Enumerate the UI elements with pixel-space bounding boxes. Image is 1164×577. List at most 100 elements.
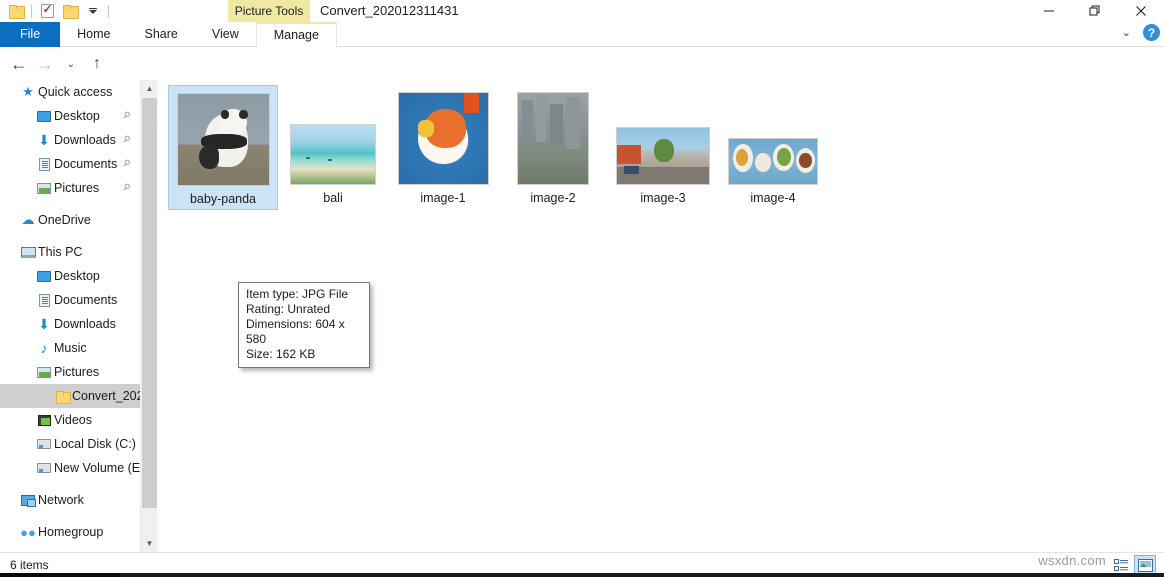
pin-icon[interactable]: ⚲ (121, 157, 133, 170)
taskbar-strip-left (0, 573, 120, 577)
sidebar-item-downloads[interactable]: ⬇Downloads⚲ (0, 128, 140, 152)
large-icons-view-button[interactable] (1134, 555, 1156, 575)
chevron-down-icon[interactable]: ⌄ (1122, 26, 1131, 39)
network-icon (18, 495, 38, 506)
sidebar-item-label: Desktop (54, 269, 100, 283)
sidebar-item-homegroup[interactable]: ●●Homegroup (0, 520, 140, 544)
tab-share[interactable]: Share (128, 22, 195, 47)
sidebar-item-videos[interactable]: Videos (0, 408, 140, 432)
address-bar: ← → ⌄ ↑ › This PC › Pictures › Convert_2… (0, 48, 1164, 80)
homegroup-icon: ●● (18, 525, 38, 540)
help-button[interactable]: ? (1143, 24, 1160, 41)
navigation-scrollbar[interactable]: ▲ ▼ (140, 80, 157, 552)
picture-icon (34, 367, 54, 378)
sidebar-item-this-pc[interactable]: This PC (0, 240, 140, 264)
file-item[interactable]: bali (278, 85, 388, 210)
sidebar-item-desktop[interactable]: Desktop⚲ (0, 104, 140, 128)
tab-manage[interactable]: Manage (256, 22, 337, 47)
sidebar-item-label: Videos (54, 413, 92, 427)
back-button[interactable]: ← (6, 51, 32, 77)
title-bar: Picture Tools Convert_202012311431 (0, 0, 1164, 22)
sidebar-item-documents[interactable]: Documents ⚲ (0, 152, 140, 176)
document-icon (34, 294, 54, 307)
tab-view[interactable]: View (195, 22, 256, 47)
nav-group-gap (0, 480, 140, 488)
file-item[interactable]: image-2 (498, 85, 608, 210)
minimize-icon[interactable] (1026, 0, 1072, 22)
nav-group-gap (0, 512, 140, 520)
sidebar-item-pictures[interactable]: Pictures ⚲ (0, 176, 140, 200)
pin-icon[interactable]: ⚲ (121, 133, 133, 146)
sidebar-item-label: Downloads (54, 133, 116, 147)
recent-locations-icon[interactable]: ⌄ (58, 51, 84, 77)
customize-dropdown-icon[interactable] (83, 2, 103, 20)
pin-icon[interactable]: ⚲ (121, 181, 133, 194)
navigation-pane: ★Quick accessDesktop⚲⬇Downloads⚲Document… (0, 80, 140, 552)
sidebar-item-network[interactable]: Network (0, 488, 140, 512)
sidebar-item-label: Documents (54, 157, 117, 171)
thumbnail-image (517, 92, 589, 185)
pin-icon[interactable]: ⚲ (121, 109, 133, 122)
scrollbar-thumb[interactable] (142, 98, 157, 508)
sidebar-item-convert-20201[interactable]: Convert_20201 (0, 384, 140, 408)
monitor-icon (34, 271, 54, 282)
properties-icon[interactable] (37, 2, 57, 20)
thumbnail-image (290, 124, 376, 185)
sidebar-item-label: This PC (38, 245, 82, 259)
sidebar-item-onedrive[interactable]: ☁OneDrive (0, 208, 140, 232)
thumbnail-image (177, 93, 270, 186)
up-button[interactable]: ↑ (84, 51, 110, 77)
sidebar-item-desktop[interactable]: Desktop (0, 264, 140, 288)
file-name-label: image-3 (640, 191, 685, 206)
sidebar-item-label: Homegroup (38, 525, 103, 539)
sidebar-item-new-volume-e[interactable]: New Volume (E:) (0, 456, 140, 480)
new-folder-icon[interactable] (60, 2, 80, 20)
restore-icon[interactable] (1072, 0, 1118, 22)
nav-group-gap (0, 200, 140, 208)
sidebar-item-documents[interactable]: Documents (0, 288, 140, 312)
file-item[interactable]: image-1 (388, 85, 498, 210)
view-mode-buttons (1110, 555, 1156, 575)
file-item[interactable]: image-3 (608, 85, 718, 210)
sidebar-item-downloads[interactable]: ⬇Downloads (0, 312, 140, 336)
file-name-label: image-4 (750, 191, 795, 206)
file-tooltip: Item type: JPG File Rating: Unrated Dime… (238, 282, 370, 368)
file-thumbnail (278, 85, 388, 185)
folder-icon[interactable] (6, 2, 26, 20)
details-view-button[interactable] (1110, 555, 1132, 575)
toolbar-divider (31, 5, 32, 18)
thumbnail-image (728, 138, 818, 185)
navigation-buttons: ← → ⌄ ↑ (6, 51, 110, 77)
file-thumbnail (718, 85, 828, 185)
sidebar-item-label: Pictures (54, 181, 99, 195)
sidebar-item-local-disk-c[interactable]: Local Disk (C:) (0, 432, 140, 456)
sidebar-item-label: Documents (54, 293, 117, 307)
close-icon[interactable] (1118, 0, 1164, 22)
tab-file[interactable]: File (0, 22, 60, 47)
file-name-label: image-2 (530, 191, 575, 206)
sidebar-item-label: OneDrive (38, 213, 91, 227)
file-name-label: image-1 (420, 191, 465, 206)
quick-access-toolbar (6, 2, 111, 20)
nav-group-gap (0, 232, 140, 240)
ribbon-right-controls: ⌄ ? (1122, 24, 1160, 41)
file-item[interactable]: baby-panda (168, 85, 278, 210)
watermark: wsxdn.com (1038, 553, 1106, 568)
pc-icon (18, 247, 38, 258)
document-icon (34, 158, 54, 171)
file-item[interactable]: image-4 (718, 85, 828, 210)
video-icon (34, 415, 54, 426)
window-controls (1026, 0, 1164, 22)
taskbar-strip (0, 573, 1164, 577)
file-explorer-window: Picture Tools Convert_202012311431 (0, 0, 1164, 577)
sidebar-item-music[interactable]: ♪Music (0, 336, 140, 360)
sidebar-item-quick-access[interactable]: ★Quick access (0, 80, 140, 104)
chevron-down-icon[interactable]: ▼ (141, 535, 158, 552)
chevron-up-icon[interactable]: ▲ (141, 80, 158, 97)
forward-button[interactable]: → (32, 51, 58, 77)
tab-home[interactable]: Home (60, 22, 127, 47)
sidebar-item-pictures[interactable]: Pictures (0, 360, 140, 384)
sidebar-item-label: Music (54, 341, 87, 355)
thumbnail-image (398, 92, 489, 185)
sidebar-item-label: Pictures (54, 365, 99, 379)
